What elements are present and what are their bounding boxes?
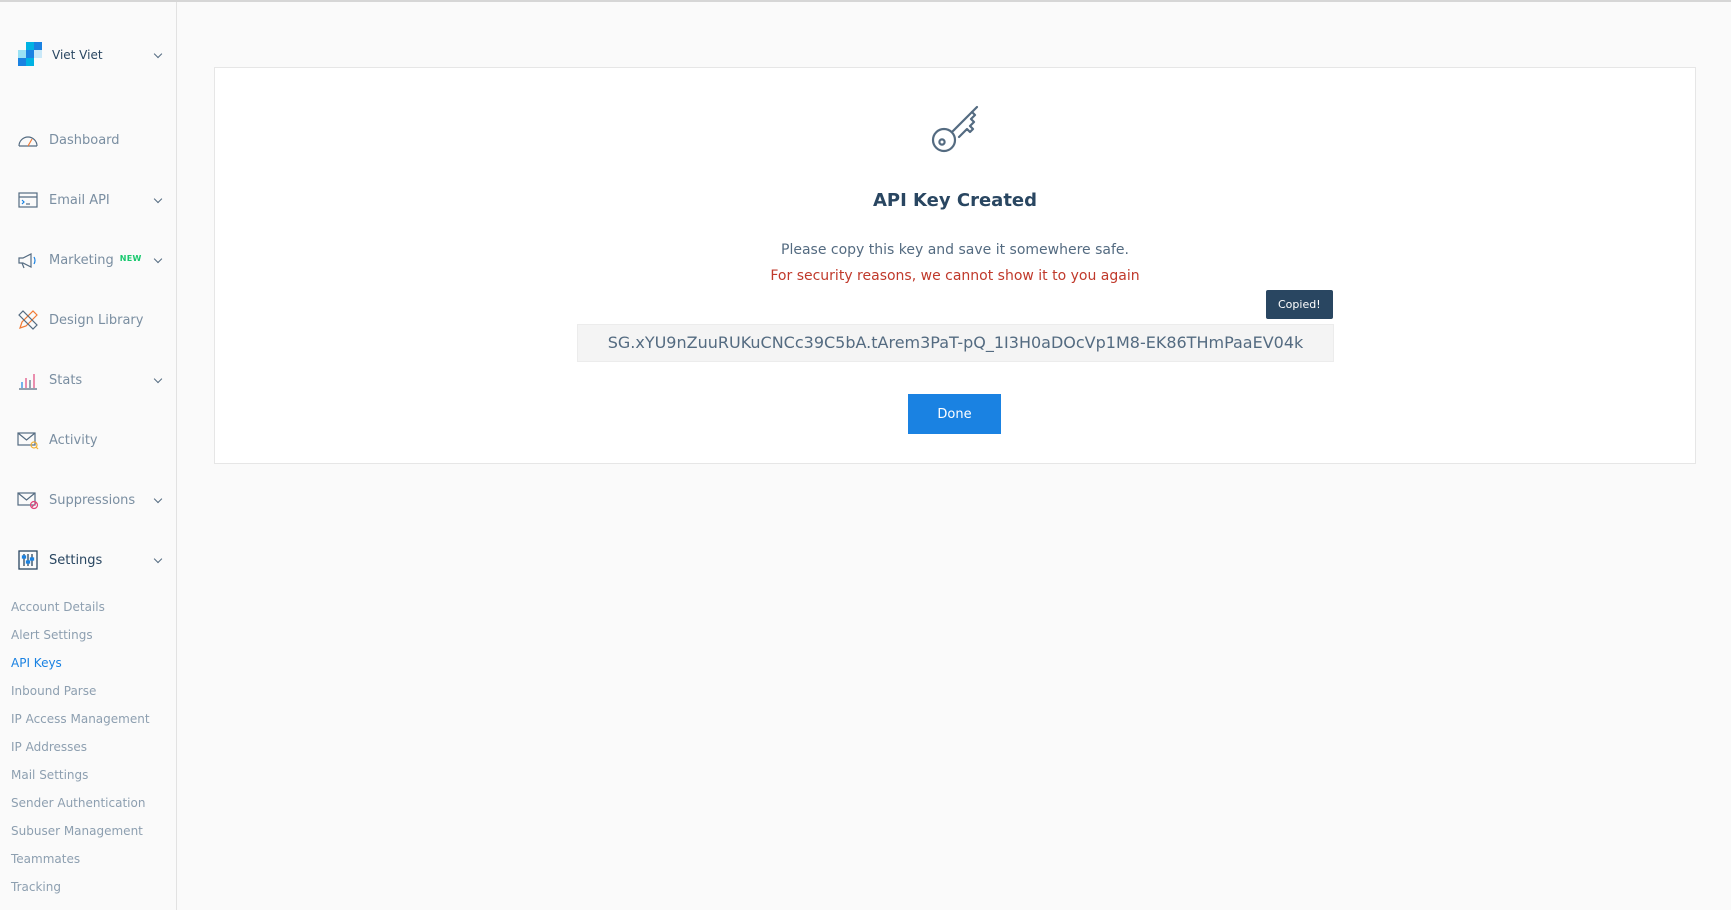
dashboard-gauge-icon — [16, 128, 40, 152]
chevron-down-icon — [153, 49, 163, 58]
nav-label: Suppressions — [49, 492, 136, 508]
subnav-inbound-parse[interactable]: Inbound Parse — [0, 677, 176, 705]
subnav-teammates[interactable]: Teammates — [0, 845, 176, 873]
key-icon — [927, 97, 987, 157]
nav-item-design-library[interactable]: Design Library — [0, 290, 176, 350]
main-nav: Dashboard Email API Marketing NEW Design… — [0, 110, 176, 590]
subnav-sender-authentication[interactable]: Sender Authentication — [0, 789, 176, 817]
pencil-ruler-icon — [16, 308, 40, 332]
top-border — [0, 0, 1731, 2]
email-api-terminal-icon — [16, 188, 40, 212]
subnav-account-details[interactable]: Account Details — [0, 593, 176, 621]
account-switcher[interactable]: Viet Viet — [0, 38, 176, 72]
nav-item-email-api[interactable]: Email API — [0, 170, 176, 230]
nav-item-settings[interactable]: Settings — [0, 530, 176, 590]
page-title: API Key Created — [872, 190, 1038, 211]
nav-label: Email API — [49, 192, 110, 208]
nav-label: Stats — [49, 372, 83, 388]
chevron-down-icon — [153, 554, 163, 563]
nav-label: Activity — [49, 432, 98, 448]
envelope-block-icon — [16, 488, 40, 512]
bar-chart-icon — [16, 368, 40, 392]
nav-item-dashboard[interactable]: Dashboard — [0, 110, 176, 170]
account-name: Viet Viet — [52, 48, 103, 62]
megaphone-icon — [16, 248, 40, 272]
chevron-down-icon — [153, 494, 163, 503]
done-button[interactable]: Done — [908, 394, 1001, 434]
chevron-down-icon — [153, 194, 163, 203]
chevron-down-icon — [153, 374, 163, 383]
new-badge: NEW — [119, 253, 142, 263]
subnav-subuser-management[interactable]: Subuser Management — [0, 817, 176, 845]
nav-label: Dashboard — [49, 132, 120, 148]
settings-submenu: Account Details Alert Settings API Keys … — [0, 593, 176, 901]
nav-label: Marketing NEW — [49, 253, 155, 268]
nav-label: Design Library — [49, 312, 144, 328]
copied-tooltip: Copied! — [1266, 290, 1333, 319]
nav-item-activity[interactable]: Activity — [0, 410, 176, 470]
nav-label: Settings — [49, 552, 103, 568]
nav-item-stats[interactable]: Stats — [0, 350, 176, 410]
subnav-ip-addresses[interactable]: IP Addresses — [0, 733, 176, 761]
api-key-created-card: API Key Created Please copy this key and… — [214, 67, 1696, 464]
marketing-label: Marketing — [49, 252, 114, 268]
envelope-search-icon — [16, 428, 40, 452]
subnav-mail-settings[interactable]: Mail Settings — [0, 761, 176, 789]
subnav-api-keys[interactable]: API Keys — [0, 649, 176, 677]
subnav-tracking[interactable]: Tracking — [0, 873, 176, 901]
nav-item-marketing[interactable]: Marketing NEW — [0, 230, 176, 290]
subnav-ip-access-management[interactable]: IP Access Management — [0, 705, 176, 733]
sidebar: Viet Viet Dashboard Email API Marketing … — [0, 2, 177, 910]
api-key-value[interactable]: SG.xYU9nZuuRUKuCNCc39C5bA.tArem3PaT-pQ_1… — [577, 324, 1334, 362]
security-warning: For security reasons, we cannot show it … — [770, 268, 1140, 284]
subnav-alert-settings[interactable]: Alert Settings — [0, 621, 176, 649]
brand-logo-icon — [16, 42, 42, 68]
nav-item-suppressions[interactable]: Suppressions — [0, 470, 176, 530]
instruction-text: Please copy this key and save it somewhe… — [781, 242, 1129, 258]
sliders-icon — [16, 548, 40, 572]
chevron-down-icon — [153, 254, 163, 263]
